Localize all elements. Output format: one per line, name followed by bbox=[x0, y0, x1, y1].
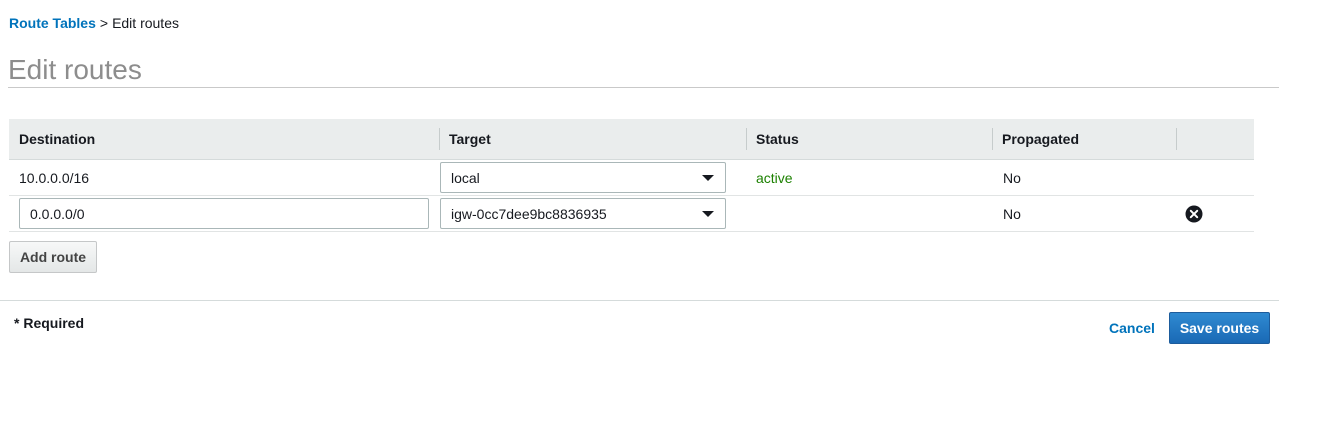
target-cell: local bbox=[439, 160, 746, 195]
table-row: igw-0cc7dee9bc8836935 No bbox=[9, 196, 1254, 232]
destination-cell bbox=[9, 196, 439, 231]
target-select-value: igw-0cc7dee9bc8836935 bbox=[451, 206, 607, 222]
table-row: 10.0.0.0/16 local active No bbox=[9, 160, 1254, 196]
column-header-target: Target bbox=[439, 119, 746, 159]
title-divider bbox=[8, 87, 1279, 88]
propagated-cell: No bbox=[1003, 169, 1021, 186]
breadcrumb: Route Tables > Edit routes bbox=[9, 14, 179, 32]
remove-cell bbox=[1176, 196, 1254, 231]
remove-cell bbox=[1176, 160, 1254, 195]
required-note: * Required bbox=[14, 315, 85, 331]
chevron-down-icon bbox=[702, 211, 714, 217]
breadcrumb-separator: > bbox=[99, 15, 109, 31]
target-select-value: local bbox=[451, 170, 480, 186]
target-select[interactable]: igw-0cc7dee9bc8836935 bbox=[440, 198, 726, 229]
footer-divider bbox=[0, 300, 1279, 301]
status-cell: active bbox=[756, 169, 793, 186]
column-header-destination: Destination bbox=[19, 131, 96, 147]
breadcrumb-current: Edit routes bbox=[112, 15, 179, 31]
add-route-button[interactable]: Add route bbox=[9, 241, 97, 273]
target-cell: igw-0cc7dee9bc8836935 bbox=[439, 196, 746, 231]
page-title: Edit routes bbox=[8, 54, 142, 85]
propagated-cell: No bbox=[1003, 205, 1021, 222]
cancel-button[interactable]: Cancel bbox=[1109, 319, 1155, 337]
column-header-remove bbox=[1176, 119, 1254, 159]
breadcrumb-route-tables-link[interactable]: Route Tables bbox=[9, 15, 96, 31]
routes-table: Destination Target Status Propagated 10.… bbox=[9, 119, 1254, 232]
edit-routes-page: Route Tables > Edit routes Edit routes Des… bbox=[0, 0, 1331, 430]
target-select[interactable]: local bbox=[440, 162, 726, 193]
destination-cell: 10.0.0.0/16 bbox=[19, 169, 90, 186]
column-header-status: Status bbox=[746, 119, 992, 159]
destination-input[interactable] bbox=[19, 198, 429, 229]
column-header-propagated: Propagated bbox=[992, 119, 1176, 159]
chevron-down-icon bbox=[702, 175, 714, 181]
remove-circle-icon[interactable] bbox=[1185, 205, 1203, 223]
save-routes-button[interactable]: Save routes bbox=[1169, 312, 1270, 344]
status-cell bbox=[746, 196, 992, 231]
table-header: Destination Target Status Propagated bbox=[9, 119, 1254, 160]
